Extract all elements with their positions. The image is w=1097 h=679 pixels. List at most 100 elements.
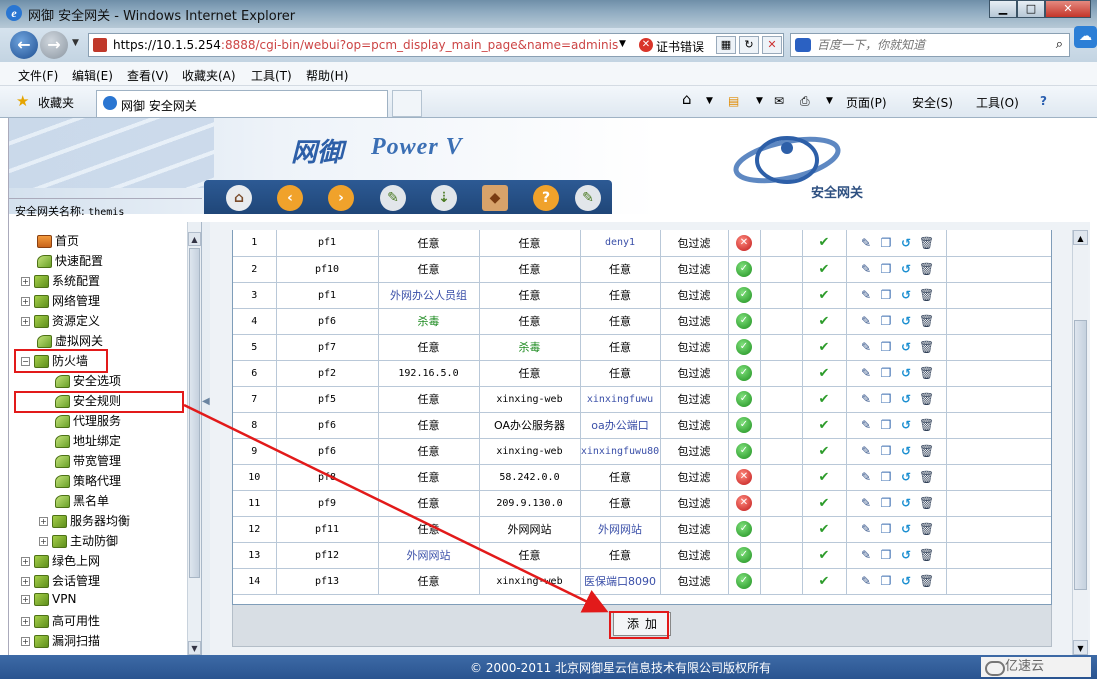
copy-icon[interactable]: ❐: [879, 288, 893, 302]
edit-icon[interactable]: ✎: [859, 548, 873, 562]
copy-icon[interactable]: ❐: [879, 236, 893, 250]
tree-item-active-defense[interactable]: + 主动防御: [39, 532, 118, 550]
feeds-icon[interactable]: ▤: [728, 94, 739, 108]
minimize-icon[interactable]: ▁: [989, 0, 1017, 18]
maximize-icon[interactable]: □: [1017, 0, 1045, 18]
reset-icon[interactable]: ↺: [899, 548, 913, 562]
edit-icon[interactable]: ✎: [859, 496, 873, 510]
expand-icon[interactable]: +: [21, 595, 30, 604]
tree-item-session-mgmt[interactable]: + 会话管理: [21, 572, 100, 590]
reset-icon[interactable]: ↺: [899, 470, 913, 484]
search-input[interactable]: [817, 37, 1047, 53]
copy-icon[interactable]: ❐: [879, 418, 893, 432]
copy-icon[interactable]: ❐: [879, 262, 893, 276]
edit-icon[interactable]: ✎: [859, 288, 873, 302]
tree-item-vuln-scan[interactable]: + 漏洞扫描: [21, 632, 100, 650]
scroll-up-icon[interactable]: ▲: [1073, 230, 1088, 245]
expand-icon[interactable]: +: [39, 537, 48, 546]
tree-item-policy-proxy[interactable]: 策略代理: [55, 472, 121, 490]
expand-icon[interactable]: +: [21, 557, 30, 566]
print-dropdown-icon[interactable]: ▼: [826, 96, 833, 106]
scroll-thumb[interactable]: [1074, 320, 1087, 590]
scroll-thumb[interactable]: [189, 248, 200, 578]
home-dropdown-icon[interactable]: ▼: [706, 96, 713, 106]
help-icon[interactable]: ?: [1040, 94, 1047, 108]
delete-icon[interactable]: 🗑: [919, 366, 934, 380]
delete-icon[interactable]: 🗑: [919, 288, 934, 302]
reset-icon[interactable]: ↺: [899, 340, 913, 354]
edit-icon[interactable]: ✎: [859, 340, 873, 354]
expand-icon[interactable]: +: [21, 277, 30, 286]
new-tab-button[interactable]: [392, 90, 422, 117]
delete-icon[interactable]: 🗑: [919, 470, 934, 484]
copy-icon[interactable]: ❐: [879, 496, 893, 510]
search-icon[interactable]: ⌕: [1056, 37, 1063, 52]
apply-icon[interactable]: ⇣: [431, 185, 457, 211]
copy-icon[interactable]: ❐: [879, 444, 893, 458]
logout-icon[interactable]: ✎: [575, 185, 601, 211]
edit-icon[interactable]: ✎: [859, 444, 873, 458]
save-icon[interactable]: ✎: [380, 185, 406, 211]
favorites-star-icon[interactable]: ★: [16, 92, 29, 110]
tree-item-virtual-gw[interactable]: 虚拟网关: [37, 332, 103, 350]
edit-icon[interactable]: ✎: [859, 366, 873, 380]
address-input[interactable]: https://10.1.5.254:8888/cgi-bin/webui?op…: [88, 33, 784, 57]
copy-icon[interactable]: ❐: [879, 574, 893, 588]
copy-icon[interactable]: ❐: [879, 392, 893, 406]
menu-tools[interactable]: 工具(T): [251, 67, 292, 84]
sidebar-scrollbar[interactable]: ▲ ▼: [187, 222, 201, 655]
tree-item-resource-def[interactable]: + 资源定义: [21, 312, 100, 330]
copy-icon[interactable]: ❐: [879, 314, 893, 328]
tab-current[interactable]: 网御 安全网关: [96, 90, 388, 117]
expand-icon[interactable]: +: [21, 297, 30, 306]
copy-icon[interactable]: ❐: [879, 470, 893, 484]
content-scrollbar[interactable]: ▲ ▼: [1072, 230, 1088, 655]
tools-menu[interactable]: 工具(O): [976, 94, 1019, 111]
edit-icon[interactable]: ✎: [859, 262, 873, 276]
delete-icon[interactable]: 🗑: [919, 496, 934, 510]
mail-icon[interactable]: ✉: [774, 94, 784, 108]
reset-icon[interactable]: ↺: [899, 496, 913, 510]
home-icon[interactable]: ⌂: [682, 90, 692, 108]
address-url[interactable]: https://10.1.5.254:8888/cgi-bin/webui?op…: [113, 38, 618, 52]
tree-item-home[interactable]: 首页: [37, 232, 79, 250]
delete-icon[interactable]: 🗑: [919, 548, 934, 562]
edit-icon[interactable]: ✎: [859, 392, 873, 406]
tree-item-server-balance[interactable]: + 服务器均衡: [39, 512, 130, 530]
edit-icon[interactable]: ✎: [859, 522, 873, 536]
reset-icon[interactable]: ↺: [899, 392, 913, 406]
copy-icon[interactable]: ❐: [879, 366, 893, 380]
delete-icon[interactable]: 🗑: [919, 418, 934, 432]
reset-icon[interactable]: ↺: [899, 418, 913, 432]
cert-error-label[interactable]: 证书错误: [656, 38, 704, 55]
compat-view-icon[interactable]: ▦: [716, 36, 736, 54]
copy-icon[interactable]: ❐: [879, 522, 893, 536]
back-arrow-icon[interactable]: ‹: [277, 185, 303, 211]
tree-item-security-options[interactable]: 安全选项: [55, 372, 121, 390]
reset-icon[interactable]: ↺: [899, 366, 913, 380]
reset-icon[interactable]: ↺: [899, 522, 913, 536]
expand-icon[interactable]: +: [39, 517, 48, 526]
expand-icon[interactable]: +: [21, 577, 30, 586]
expand-icon[interactable]: +: [21, 637, 30, 646]
delete-icon[interactable]: 🗑: [919, 314, 934, 328]
delete-icon[interactable]: 🗑: [919, 444, 934, 458]
cloud-icon[interactable]: ☁: [1074, 26, 1097, 48]
back-button[interactable]: ←: [10, 31, 38, 59]
delete-icon[interactable]: 🗑: [919, 236, 934, 250]
scroll-down-icon[interactable]: ▼: [1073, 640, 1088, 655]
copy-icon[interactable]: ❐: [879, 548, 893, 562]
print-icon[interactable]: ⎙: [800, 94, 810, 109]
menu-edit[interactable]: 编辑(E): [72, 67, 113, 84]
edit-icon[interactable]: ✎: [859, 236, 873, 250]
tree-item-network-mgmt[interactable]: + 网络管理: [21, 292, 100, 310]
delete-icon[interactable]: 🗑: [919, 392, 934, 406]
edit-icon[interactable]: ✎: [859, 314, 873, 328]
help-icon[interactable]: ?: [533, 185, 559, 211]
scroll-down-icon[interactable]: ▼: [188, 641, 201, 655]
tools-icon[interactable]: ◆: [482, 185, 508, 211]
delete-icon[interactable]: 🗑: [919, 340, 934, 354]
safety-menu[interactable]: 安全(S): [912, 94, 953, 111]
menu-file[interactable]: 文件(F): [18, 67, 58, 84]
menu-help[interactable]: 帮助(H): [306, 67, 348, 84]
